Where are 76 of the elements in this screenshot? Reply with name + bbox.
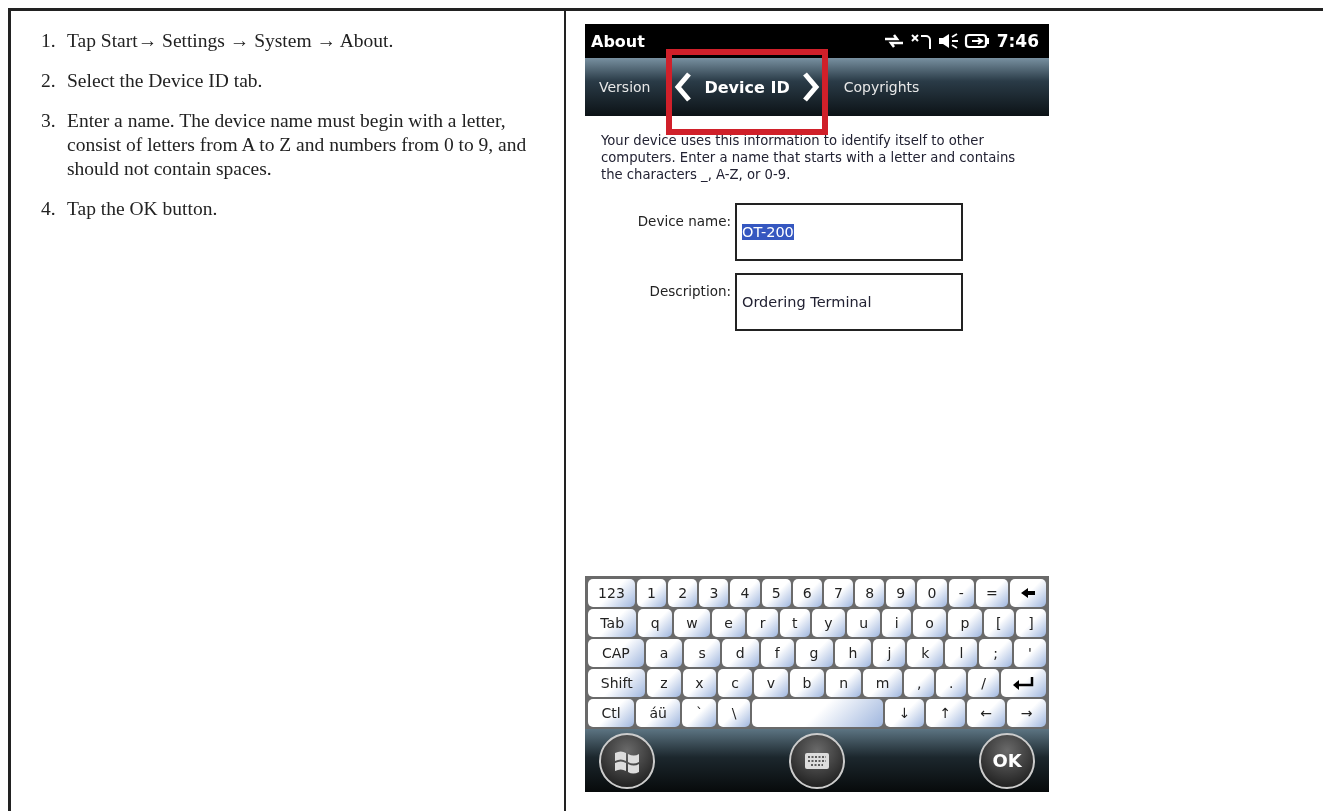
key[interactable]: \ xyxy=(718,699,750,727)
key[interactable]: 3 xyxy=(699,579,729,607)
key[interactable]: Tab xyxy=(588,609,637,637)
key[interactable]: j xyxy=(873,639,906,667)
clock-time: 7:46 xyxy=(996,31,1039,51)
key[interactable]: a xyxy=(645,639,683,667)
key[interactable]: o xyxy=(912,609,947,637)
key[interactable]: 6 xyxy=(792,579,822,607)
tab[interactable]: Version xyxy=(595,77,655,97)
step-number: 1. xyxy=(41,29,57,53)
key[interactable]: v xyxy=(753,669,788,697)
step-text: Select the Device ID tab. xyxy=(67,69,264,93)
step-text: Tap Start→ Settings → System → About. xyxy=(67,29,395,53)
step-number: 2. xyxy=(41,69,57,93)
tab[interactable]: Copyrights xyxy=(839,77,924,97)
field-label: Description: xyxy=(648,283,732,299)
key[interactable]: 123 xyxy=(588,579,635,607)
key[interactable]: = xyxy=(975,579,1008,607)
key[interactable]: ] xyxy=(1015,609,1046,637)
key[interactable]: → xyxy=(1007,699,1046,727)
step-number: 4. xyxy=(41,197,57,221)
key[interactable]: Shift xyxy=(588,669,646,697)
input-field[interactable]: Ordering Terminal xyxy=(735,273,963,331)
key[interactable]: ← xyxy=(966,699,1006,727)
key[interactable]: áü xyxy=(636,699,681,727)
screen-title: About xyxy=(591,31,645,51)
key[interactable]: 7 xyxy=(823,579,854,607)
key[interactable]: l xyxy=(945,639,978,667)
key[interactable]: c xyxy=(718,669,752,697)
key[interactable]: 5 xyxy=(761,579,791,607)
key[interactable]: t xyxy=(779,609,810,637)
key[interactable]: q xyxy=(638,609,672,637)
key[interactable]: 4 xyxy=(730,579,760,607)
key[interactable]: b xyxy=(789,669,825,697)
key[interactable]: h xyxy=(834,639,872,667)
tab[interactable]: Device ID xyxy=(692,75,802,99)
key[interactable]: CAP xyxy=(588,639,644,667)
key[interactable]: 0 xyxy=(917,579,947,607)
key[interactable]: / xyxy=(968,669,999,697)
step-text: Tap the OK button. xyxy=(67,197,219,221)
key[interactable]: p xyxy=(948,609,982,637)
key[interactable]: 2 xyxy=(668,579,698,607)
input-field[interactable]: OT-200 xyxy=(735,203,963,261)
key[interactable]: e xyxy=(712,609,746,637)
key[interactable]: 1 xyxy=(636,579,667,607)
key[interactable]: k xyxy=(907,639,944,667)
key[interactable]: 9 xyxy=(886,579,916,607)
key[interactable]: 8 xyxy=(855,579,885,607)
key[interactable]: Ctl xyxy=(588,699,635,727)
key[interactable]: ' xyxy=(1014,639,1046,667)
step-number: 3. xyxy=(41,109,57,133)
key[interactable]: s xyxy=(684,639,720,667)
key[interactable]: , xyxy=(904,669,935,697)
key[interactable]: x xyxy=(682,669,717,697)
key[interactable]: - xyxy=(948,579,974,607)
key[interactable]: m xyxy=(862,669,903,697)
key[interactable]: [ xyxy=(983,609,1014,637)
ok-button[interactable]: OK xyxy=(979,732,1035,789)
key[interactable]: ↑ xyxy=(926,699,965,727)
key[interactable]: w xyxy=(673,609,710,637)
key[interactable]: d xyxy=(721,639,759,667)
key[interactable]: u xyxy=(846,609,881,637)
field-label: Device name: xyxy=(636,213,732,229)
key[interactable]: r xyxy=(747,609,778,637)
key[interactable]: y xyxy=(811,609,845,637)
key[interactable]: . xyxy=(936,669,967,697)
key[interactable]: g xyxy=(795,639,833,667)
key[interactable]: ; xyxy=(979,639,1013,667)
step-text: Enter a name. The device name must begin with a letter, consist of letters from A to Z and numbers from 0 to 9, and should not contain spaces. xyxy=(67,109,528,181)
description-text: Your device uses this information to identify itself to other computers. Enter a name that starts with a letter and contains the characters _, A-Z, or 0-9. xyxy=(601,132,1017,183)
key[interactable]: i xyxy=(882,609,911,637)
key[interactable]: n xyxy=(826,669,861,697)
key[interactable]: z xyxy=(647,669,681,697)
key[interactable]: f xyxy=(760,639,794,667)
key[interactable]: ↓ xyxy=(885,699,925,727)
key[interactable]: ` xyxy=(682,699,717,727)
